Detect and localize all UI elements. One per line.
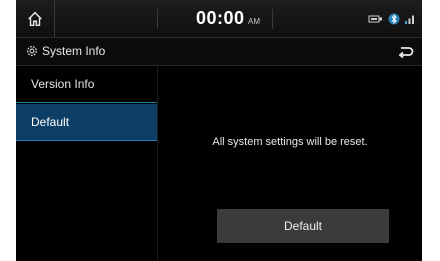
sidebar-item-label: Version Info bbox=[31, 77, 95, 91]
content-panel: All system settings will be reset. Defau… bbox=[158, 66, 422, 261]
reset-message: All system settings will be reset. bbox=[212, 136, 368, 148]
home-icon bbox=[28, 11, 42, 26]
default-button[interactable]: Default bbox=[217, 209, 389, 243]
status-bar: 00:00 AM bbox=[16, 0, 422, 38]
status-icons bbox=[368, 12, 416, 26]
status-divider-left bbox=[157, 9, 158, 29]
sidebar-item-label: Default bbox=[31, 115, 70, 129]
bluetooth-icon bbox=[388, 13, 400, 25]
sidebar-item-version-info[interactable]: Version Info bbox=[16, 66, 157, 103]
title-bar: System Info bbox=[16, 38, 422, 66]
usb-icon bbox=[368, 15, 382, 23]
default-button-label: Default bbox=[283, 219, 323, 233]
back-arrow-icon bbox=[398, 47, 414, 59]
back-button[interactable] bbox=[394, 42, 416, 62]
clock-time: 00:00 bbox=[196, 8, 245, 28]
status-divider-right bbox=[272, 9, 273, 29]
home-button[interactable] bbox=[16, 0, 55, 37]
clock-ampm: AM bbox=[248, 17, 260, 26]
signal-icon bbox=[405, 15, 414, 24]
sidebar-item-default[interactable]: Default bbox=[16, 104, 157, 141]
gear-icon bbox=[27, 46, 37, 56]
infotainment-screen: 00:00 AM System Info Version Info Defaul… bbox=[16, 0, 422, 261]
page-title: System Info bbox=[42, 44, 106, 58]
settings-sidebar: Version Info Default bbox=[16, 66, 158, 261]
